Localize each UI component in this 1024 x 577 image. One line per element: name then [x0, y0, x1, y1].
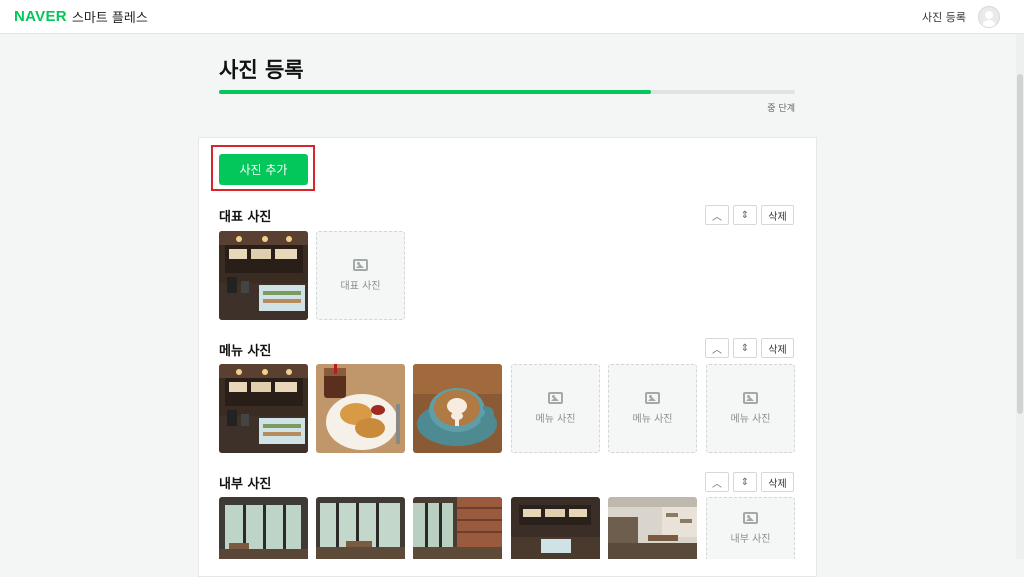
photo-cafe-counter[interactable]	[219, 364, 308, 453]
top-right: 사진 등록	[922, 6, 1000, 28]
delete-button[interactable]: 삭제	[761, 205, 794, 225]
delete-button[interactable]: 삭제	[761, 472, 794, 492]
progress-text: 중 단계	[767, 104, 795, 114]
placeholder-menu[interactable]: 메뉴 사진	[706, 364, 795, 453]
photo-cafe-counter[interactable]	[219, 231, 308, 320]
move-up-button[interactable]: ︿	[705, 472, 729, 492]
reorder-button[interactable]: ⇕	[733, 338, 757, 358]
placeholder-label: 내부 사진	[730, 534, 771, 545]
brand-name[interactable]: 스마트 플레스	[72, 7, 148, 26]
user-avatar-icon[interactable]	[978, 6, 1000, 28]
chevron-up-icon: ︿	[712, 344, 722, 356]
image-placeholder-icon	[548, 392, 563, 404]
placeholder-menu[interactable]: 메뉴 사진	[608, 364, 697, 453]
chevron-up-icon: ︿	[712, 211, 722, 223]
chevron-up-icon: ︿	[712, 478, 722, 490]
section-title-interior: 내부 사진	[219, 477, 272, 492]
delete-button[interactable]: 삭제	[761, 338, 794, 358]
up-down-chevron-icon: ⇕	[740, 209, 750, 221]
image-placeholder-icon	[743, 512, 758, 524]
move-up-button[interactable]: ︿	[705, 338, 729, 358]
header-page-label: 사진 등록	[922, 11, 966, 24]
placeholder-interior[interactable]: 내부 사진	[706, 497, 795, 559]
section-controls-interior: ︿ ⇕ 삭제	[705, 472, 794, 492]
photo-interior-window[interactable]	[316, 497, 405, 559]
image-placeholder-icon	[645, 392, 660, 404]
photo-interior-counter[interactable]	[511, 497, 600, 559]
move-up-button[interactable]: ︿	[705, 205, 729, 225]
section-title-main: 대표 사진	[219, 210, 272, 225]
placeholder-label: 메뉴 사진	[535, 414, 576, 425]
scrollbar-thumb[interactable]	[1017, 74, 1023, 414]
progress-bar	[219, 90, 795, 94]
reorder-button[interactable]: ⇕	[733, 472, 757, 492]
page-title: 사진 등록	[219, 58, 304, 82]
placeholder-main[interactable]: 대표 사진	[316, 231, 405, 320]
naver-logo[interactable]: NAVER	[14, 8, 67, 25]
section-controls-menu: ︿ ⇕ 삭제	[705, 338, 794, 358]
photo-latte-art[interactable]	[413, 364, 502, 453]
up-down-chevron-icon: ⇕	[740, 476, 750, 488]
photo-interior-window[interactable]	[219, 497, 308, 559]
photo-interior-seating[interactable]	[608, 497, 697, 559]
top-bar: NAVER 스마트 플레스 사진 등록	[0, 0, 1024, 34]
section-controls-main: ︿ ⇕ 삭제	[705, 205, 794, 225]
brand[interactable]: NAVER 스마트 플레스	[14, 7, 148, 26]
placeholder-label: 메뉴 사진	[632, 414, 673, 425]
add-photo-button[interactable]: 사진 추가	[219, 154, 308, 185]
section-title-menu: 메뉴 사진	[219, 344, 272, 359]
progress-fill	[219, 90, 651, 94]
up-down-chevron-icon: ⇕	[740, 342, 750, 354]
placeholder-label: 메뉴 사진	[730, 414, 771, 425]
image-placeholder-icon	[743, 392, 758, 404]
placeholder-menu[interactable]: 메뉴 사진	[511, 364, 600, 453]
scrollbar-track[interactable]	[1016, 34, 1024, 559]
reorder-button[interactable]: ⇕	[733, 205, 757, 225]
image-placeholder-icon	[353, 259, 368, 271]
placeholder-label: 대표 사진	[340, 281, 381, 292]
photo-pastry-iced-coffee[interactable]	[316, 364, 405, 453]
photo-interior-brick[interactable]	[413, 497, 502, 559]
